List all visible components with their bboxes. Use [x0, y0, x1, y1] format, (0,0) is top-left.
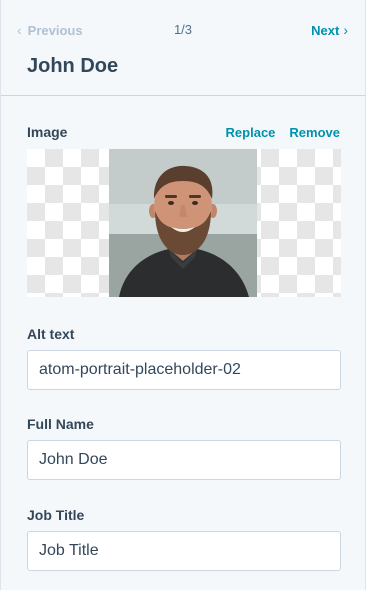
- remove-image-button[interactable]: Remove: [289, 125, 340, 140]
- full-name-label: Full Name: [27, 416, 94, 432]
- image-label: Image: [27, 124, 68, 140]
- record-pager: ‹ Previous 1/3 Next ›: [1, 22, 365, 40]
- job-title-input[interactable]: [27, 531, 341, 571]
- image-preview[interactable]: [27, 149, 341, 297]
- replace-image-button[interactable]: Replace: [226, 125, 276, 140]
- chevron-right-icon: ›: [343, 22, 348, 38]
- alt-text-field: Alt text: [27, 326, 341, 390]
- image-field-header: Image Replace Remove: [27, 124, 340, 142]
- edit-panel: ‹ Previous 1/3 Next › John Doe Image Rep…: [0, 0, 366, 590]
- full-name-field: Full Name: [27, 416, 341, 480]
- next-label: Next: [311, 22, 340, 38]
- job-title-label: Job Title: [27, 507, 85, 523]
- image-actions: Replace Remove: [226, 125, 340, 140]
- job-title-field: Job Title: [27, 507, 341, 571]
- alt-text-input[interactable]: [27, 350, 341, 390]
- previous-button[interactable]: ‹ Previous: [17, 22, 83, 38]
- panel-header: ‹ Previous 1/3 Next › John Doe: [1, 0, 365, 96]
- portrait-photo: [109, 149, 257, 297]
- record-title: John Doe: [27, 55, 119, 77]
- chevron-left-icon: ‹: [17, 22, 22, 38]
- previous-label: Previous: [27, 22, 83, 38]
- full-name-input[interactable]: [27, 440, 341, 480]
- alt-text-label: Alt text: [27, 326, 75, 342]
- next-button[interactable]: Next ›: [311, 22, 348, 38]
